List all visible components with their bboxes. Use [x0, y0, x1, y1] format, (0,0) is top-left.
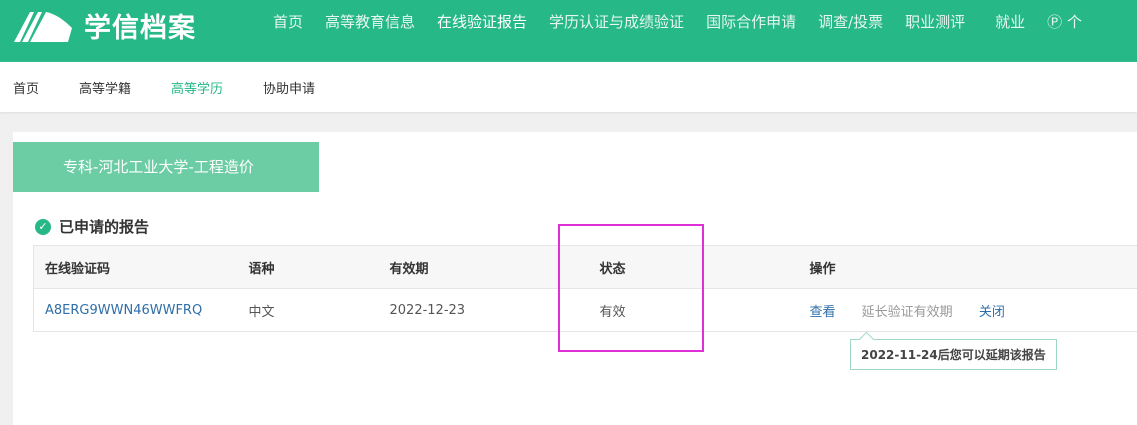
nav-higher-edu-info[interactable]: 高等教育信息 — [314, 0, 426, 62]
section-title: 已申请的报告 — [59, 218, 150, 236]
top-navbar: 学信档案 首页 高等教育信息 在线验证报告 学历认证与成绩验证 国际合作申请 调… — [0, 0, 1137, 80]
cell-lang: 中文 — [248, 288, 390, 332]
logo-text: 学信档案 — [84, 13, 196, 44]
subnav-assist[interactable]: 协助申请 — [263, 78, 315, 97]
check-circle-icon: ✓ — [35, 218, 51, 235]
sub-nav: 首页 高等学籍 高等学历 协助申请 — [0, 62, 1137, 112]
extend-validity-button[interactable]: 延长验证有效期 — [862, 305, 953, 320]
logo-book-icon — [14, 11, 72, 42]
section-heading: ✓ 已申请的报告 — [35, 216, 149, 237]
subnav-degree[interactable]: 高等学历 — [171, 78, 223, 97]
view-button[interactable]: 查看 — [810, 305, 836, 320]
col-actions: 操作 — [809, 245, 1137, 289]
nav-online-verification[interactable]: 在线验证报告 — [426, 0, 538, 80]
cell-actions: 查看 延长验证有效期 关闭 — [809, 288, 1137, 332]
nav-employment[interactable]: 就业 — [984, 0, 1036, 62]
main-nav: 首页 高等教育信息 在线验证报告 学历认证与成绩验证 国际合作申请 调查/投票 … — [262, 0, 1093, 80]
subnav-enrollment[interactable]: 高等学籍 — [79, 78, 131, 97]
verification-code-link[interactable]: A8ERG9WWN46WWFRQ — [33, 288, 249, 332]
nav-personal[interactable]: Ⓟ 个 — [1036, 0, 1093, 62]
user-icon: Ⓟ — [1047, 13, 1067, 31]
highlight-box — [558, 224, 704, 352]
close-button[interactable]: 关闭 — [979, 305, 1005, 320]
nav-survey[interactable]: 调查/投票 — [807, 0, 894, 62]
logo[interactable]: 学信档案 — [12, 6, 196, 45]
col-lang: 语种 — [248, 245, 390, 289]
nav-career-test[interactable]: 职业测评 — [894, 0, 976, 62]
nav-personal-label: 个 — [1066, 13, 1082, 31]
extend-tooltip: 2022-11-24后您可以延期该报告 — [850, 339, 1057, 370]
nav-certification[interactable]: 学历认证与成绩验证 — [538, 0, 695, 62]
col-code: 在线验证码 — [33, 245, 249, 289]
nav-home[interactable]: 首页 — [262, 0, 314, 62]
subnav-home[interactable]: 首页 — [13, 78, 39, 97]
nav-international[interactable]: 国际合作申请 — [695, 0, 807, 62]
degree-banner: 专科-河北工业大学-工程造价 — [13, 142, 319, 192]
